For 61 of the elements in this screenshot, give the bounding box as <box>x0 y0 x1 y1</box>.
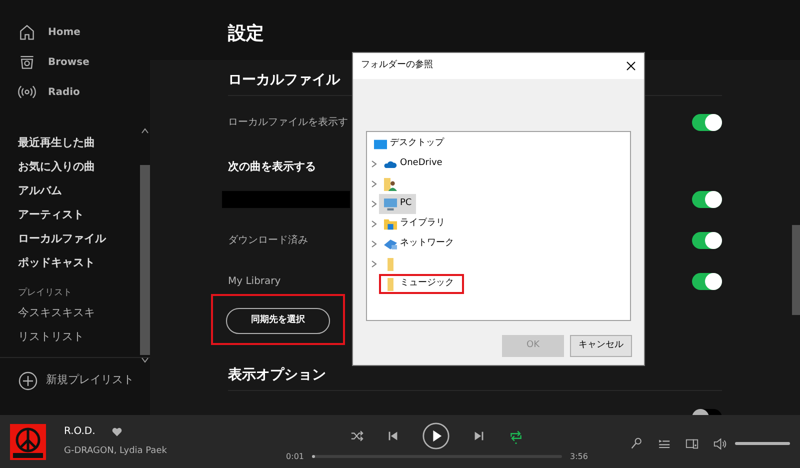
expand-chevron-icon[interactable] <box>369 219 379 229</box>
shuffle-icon[interactable] <box>350 428 364 442</box>
tree-item[interactable]: PC <box>379 194 416 214</box>
artist-name: G-DRAGON, Lydia Paek <box>64 445 167 458</box>
tree-item[interactable]: ミュージック <box>379 274 464 294</box>
dialog-title: フォルダーの参照 <box>361 59 433 72</box>
sync-folder-button[interactable]: 同期先を選択 <box>226 308 330 334</box>
setting-label: My Library <box>228 275 281 289</box>
page-title: 設定 <box>228 25 264 43</box>
toggle-switch[interactable] <box>692 232 722 249</box>
playlist-item[interactable]: リストリスト <box>0 324 102 348</box>
expand-chevron-icon[interactable] <box>369 199 379 209</box>
scrollbar-thumb[interactable] <box>140 165 150 355</box>
expand-chevron-icon[interactable] <box>369 239 379 249</box>
tree-item[interactable]: OneDrive <box>379 154 446 174</box>
devices-icon[interactable] <box>685 436 699 450</box>
plus-icon <box>18 370 38 390</box>
library-item[interactable]: ポッドキャスト <box>0 251 113 275</box>
close-icon[interactable] <box>626 61 636 71</box>
network-icon <box>384 238 397 250</box>
library-item[interactable]: 最近再生した曲 <box>0 131 113 155</box>
expand-chevron-icon[interactable] <box>369 179 379 189</box>
subsection-heading: 次の曲を表示する <box>228 158 316 174</box>
playlists-heading: プレイリスト <box>17 286 73 300</box>
setting-label: ローカルファイルを表示す <box>228 116 348 130</box>
browse-icon <box>18 53 36 71</box>
library-folder-icon <box>384 218 397 230</box>
toggle-switch[interactable] <box>692 191 722 208</box>
toggle-switch[interactable] <box>692 273 722 290</box>
heart-icon[interactable] <box>111 426 124 438</box>
computer-icon <box>384 198 397 210</box>
nav-link[interactable]: Browse <box>0 47 150 77</box>
duration-time: 3:56 <box>570 450 588 462</box>
tree-item[interactable]: デスクトップ <box>369 134 448 154</box>
library-item[interactable]: ローカルファイル <box>0 227 124 251</box>
track-title: R.O.D. <box>64 425 96 440</box>
nav-link[interactable]: Radio <box>0 77 150 107</box>
scroll-down-icon[interactable] <box>141 357 149 363</box>
tree-item[interactable]: ライブラリ <box>379 214 449 234</box>
home-icon <box>18 23 36 41</box>
expand-chevron-icon[interactable] <box>369 259 379 269</box>
playlist-item[interactable]: 今スキスキスキ <box>0 300 113 324</box>
library-item[interactable]: アーティスト <box>0 203 102 227</box>
library-item[interactable]: お気に入りの曲 <box>0 155 113 179</box>
elapsed-time: 0:01 <box>286 450 304 462</box>
user-folder-icon <box>384 178 397 190</box>
expand-chevron-icon[interactable] <box>369 159 379 169</box>
desktop-icon <box>374 138 387 150</box>
scroll-up-icon[interactable] <box>141 128 149 134</box>
toggle-switch[interactable] <box>692 114 722 131</box>
setting-label: ダウンロード済み <box>228 234 308 248</box>
volume-slider[interactable] <box>735 442 790 445</box>
library-item[interactable]: アルバム <box>0 179 80 203</box>
radio-icon <box>18 83 36 101</box>
dialog-button[interactable]: キャンセル <box>570 335 632 357</box>
nav-link[interactable]: Home <box>0 17 150 47</box>
scrollbar-thumb[interactable] <box>792 225 800 315</box>
play-icon[interactable] <box>422 422 450 450</box>
volume-icon[interactable] <box>713 436 727 450</box>
microphone-icon[interactable] <box>629 436 643 450</box>
tree-item[interactable]: ネットワーク <box>379 234 458 254</box>
